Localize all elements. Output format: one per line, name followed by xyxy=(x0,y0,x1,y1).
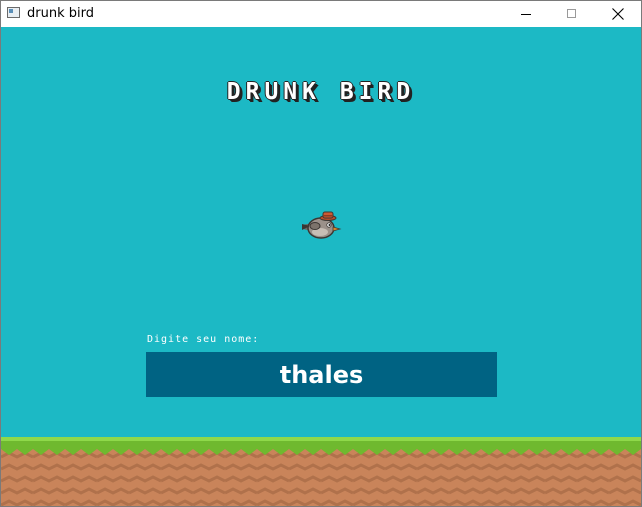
app-icon xyxy=(7,7,20,18)
player-name-input[interactable] xyxy=(146,352,497,397)
window-title: drunk bird xyxy=(27,6,94,21)
game-title: DRUNK BIRD xyxy=(226,79,416,105)
game-canvas: DRUNK BIRD Digite seu nome: xyxy=(1,27,641,506)
game-window: drunk bird DRUNK BIRD Digite seu nome: xyxy=(0,0,642,507)
bird-sprite xyxy=(302,211,342,239)
name-prompt-label: Digite seu nome: xyxy=(147,334,260,345)
title-bar[interactable]: drunk bird xyxy=(1,1,641,27)
close-button[interactable] xyxy=(595,1,641,27)
minimize-button[interactable] xyxy=(503,1,549,27)
close-icon xyxy=(612,8,624,20)
maximize-button[interactable] xyxy=(549,1,595,27)
ground xyxy=(1,437,641,506)
